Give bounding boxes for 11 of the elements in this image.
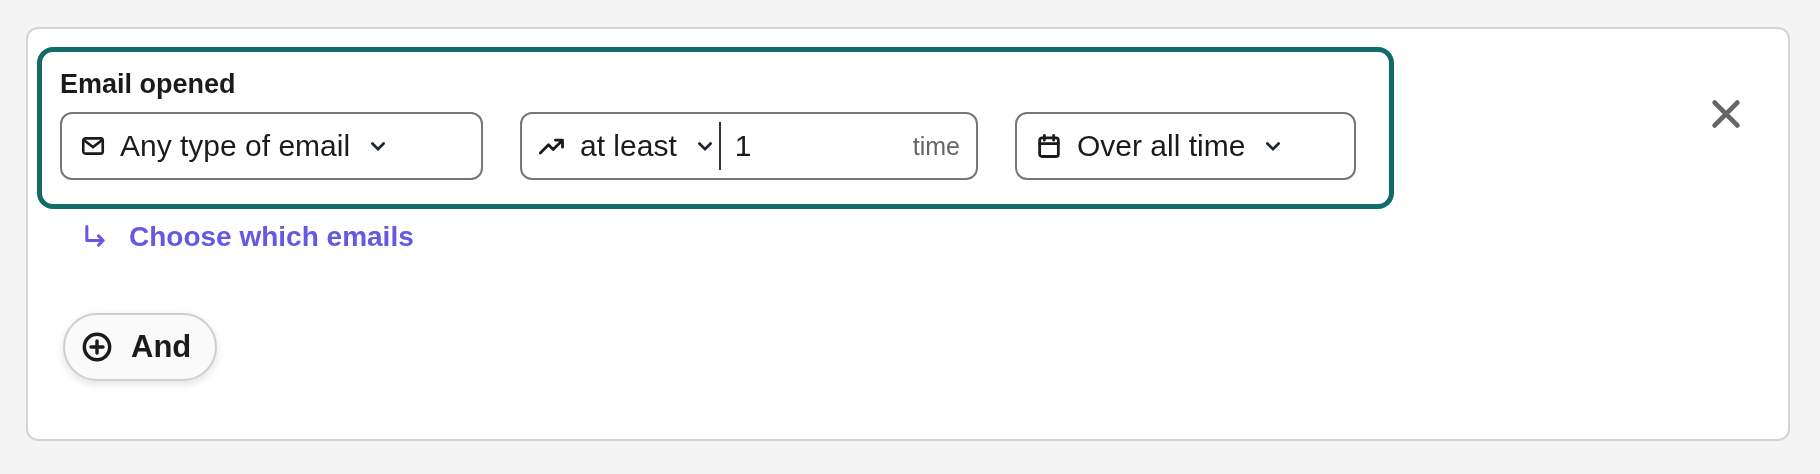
close-icon[interactable] [1709,97,1743,131]
unit-label: time [912,131,960,161]
count-input[interactable]: 1 [734,129,913,163]
plus-circle-icon [81,331,113,363]
choose-emails-link[interactable]: Choose which emails [81,221,414,253]
email-type-dropdown[interactable]: Any type of email [60,112,483,180]
condition-title: Email opened [60,69,237,100]
add-and-button[interactable]: And [63,313,218,381]
date-range-dropdown[interactable]: Over all time [1015,112,1356,180]
operator-dropdown[interactable]: at least [538,129,715,163]
calendar-icon [1035,132,1063,160]
